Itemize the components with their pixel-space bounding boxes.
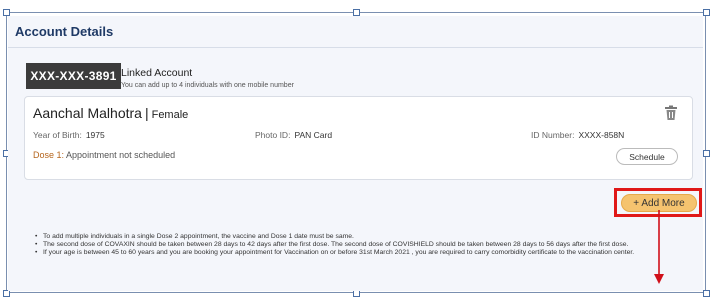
resize-handle-middle-right[interactable] [703, 150, 710, 157]
id-number-label: ID Number: [531, 130, 575, 140]
account-details-card: Account Details XXX-XXX-3891 Linked Acco… [8, 16, 703, 291]
note-item: The second dose of COVAXIN should be tak… [35, 241, 703, 249]
year-of-birth-value: 1975 [85, 130, 105, 140]
beneficiary-name: Aanchal Malhotra [33, 105, 142, 121]
resize-handle-top-left[interactable] [3, 9, 10, 16]
beneficiary-card: Aanchal Malhotra | Female Year of Birth: 19… [24, 96, 693, 180]
title-divider [8, 47, 703, 48]
linked-account-label: Linked Account [121, 67, 193, 79]
name-separator: | [144, 105, 149, 121]
note-item: To add multiple individuals in a single … [35, 233, 703, 241]
photo-id: Photo ID: PAN Card [255, 130, 332, 140]
beneficiary-gender: Female [151, 109, 189, 121]
dose-label: Dose 1: [33, 150, 65, 160]
year-of-birth-label: Year of Birth: [33, 130, 82, 140]
photo-id-label: Photo ID: [255, 130, 291, 140]
card-title: Account Details [15, 24, 114, 39]
linked-account-note: You can add up to 4 individuals with one… [121, 82, 294, 89]
resize-handle-top-center[interactable] [353, 9, 360, 16]
year-of-birth: Year of Birth: 1975 [33, 130, 105, 140]
resize-handle-top-right[interactable] [703, 9, 710, 16]
id-number-value: XXXX-858N [578, 130, 625, 140]
notes-list: To add multiple individuals in a single … [35, 233, 703, 257]
account-number-badge: XXX-XXX-3891 [26, 63, 121, 89]
beneficiary-name-row: Aanchal Malhotra | Female [33, 105, 188, 121]
note-item: If your age is between 45 to 60 years an… [35, 249, 703, 257]
resize-handle-bottom-center[interactable] [353, 290, 360, 297]
photo-id-value: PAN Card [294, 130, 333, 140]
add-more-button[interactable]: + Add More [621, 194, 697, 212]
schedule-button[interactable]: Schedule [616, 148, 678, 165]
dose-status-text: Appointment not scheduled [66, 150, 176, 160]
dose-status: Dose 1: Appointment not scheduled [33, 150, 175, 160]
trash-icon[interactable] [664, 105, 678, 121]
resize-handle-bottom-right[interactable] [703, 290, 710, 297]
resize-handle-bottom-left[interactable] [3, 290, 10, 297]
id-number: ID Number: XXXX-858N [531, 130, 624, 140]
